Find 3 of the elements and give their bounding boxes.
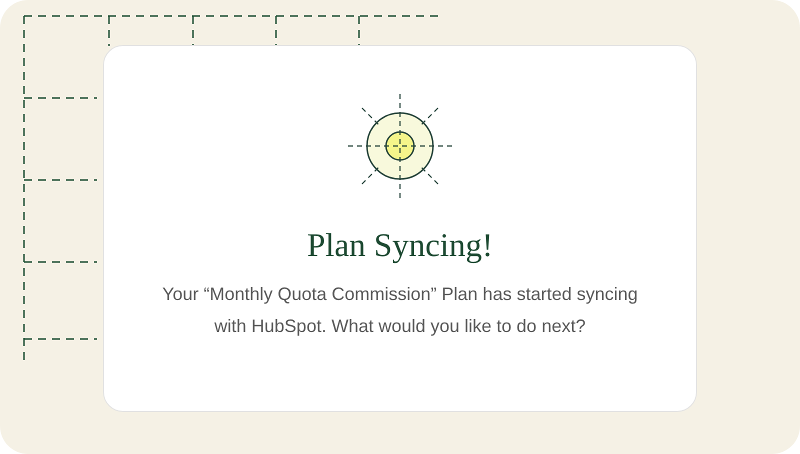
dialog-title: Plan Syncing! [306,227,494,266]
sun-icon [346,92,454,200]
dialog-message: Your “Monthly Quota Commission” Plan has started syncing with HubSpot. What would you like to do next? [161,283,639,338]
